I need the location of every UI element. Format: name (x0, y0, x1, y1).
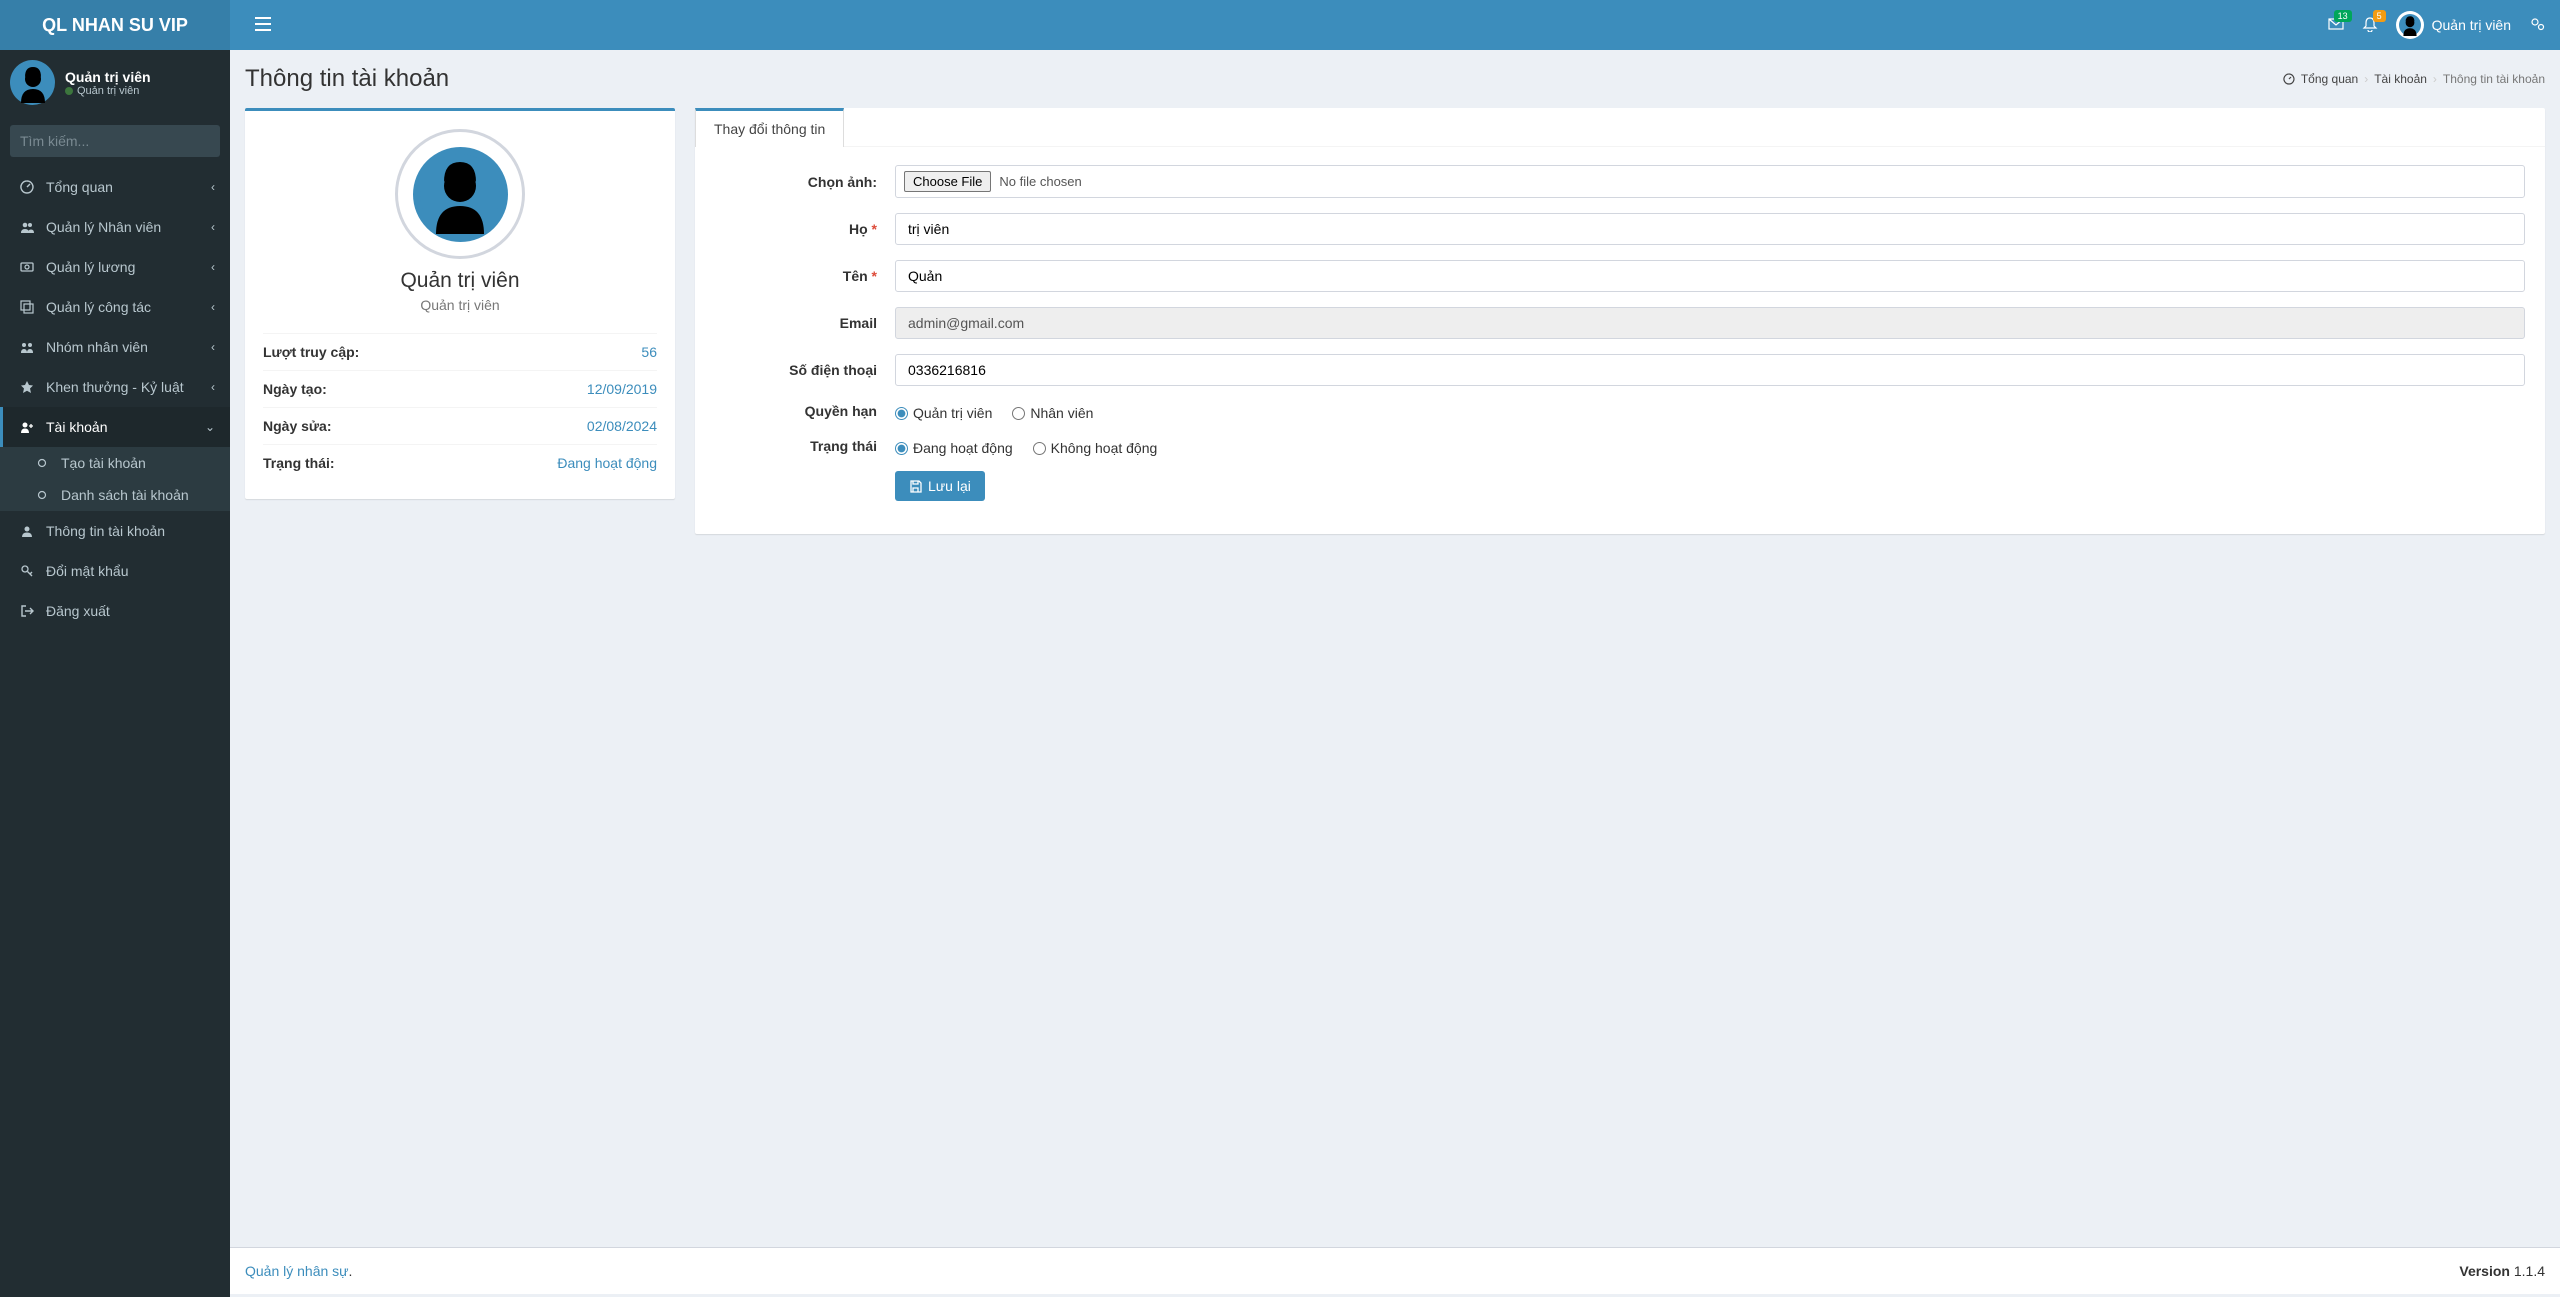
users-icon (18, 220, 36, 234)
chevron-left-icon: ‹ (211, 260, 215, 274)
sidebar-item-profile[interactable]: Thông tin tài khoản (0, 511, 230, 551)
brand-logo[interactable]: QL NHAN SU VIP (0, 0, 230, 50)
label-firstname: Tên * (715, 268, 895, 284)
file-input[interactable]: Choose File No file chosen (895, 165, 2525, 198)
user-avatar-icon (2396, 11, 2424, 39)
chevron-left-icon: ‹ (211, 340, 215, 354)
form-box: Thay đổi thông tin Chọn ảnh: Choose File… (695, 108, 2545, 534)
user-panel-avatar (10, 60, 55, 105)
profile-row: Lượt truy cập:56 (263, 333, 657, 370)
status-radio-inactive[interactable]: Không hoạt động (1033, 440, 1158, 456)
star-icon (18, 380, 36, 394)
sidebar-item-logout[interactable]: Đăng xuất (0, 591, 230, 631)
messages-badge: 13 (2334, 10, 2352, 22)
sidebar-menu: Tổng quan‹ Quản lý Nhân viên‹ Quản lý lư… (0, 167, 230, 631)
status-radio-active[interactable]: Đang hoạt động (895, 440, 1013, 456)
breadcrumb-mid[interactable]: Tài khoản (2374, 72, 2427, 86)
user-status: Quản trị viên (65, 85, 151, 97)
page-title: Thông tin tài khoản (245, 65, 449, 93)
label-email: Email (715, 315, 895, 331)
sidebar-item-business[interactable]: Quản lý công tác‹ (0, 287, 230, 327)
sidebar-item-reward[interactable]: Khen thưởng - Kỷ luật‹ (0, 367, 230, 407)
label-lastname: Họ * (715, 221, 895, 237)
user-menu-name: Quản trị viên (2432, 17, 2511, 33)
profile-name: Quản trị viên (400, 269, 519, 293)
online-dot-icon (65, 87, 73, 95)
profile-box: Quản trị viên Quản trị viên Lượt truy cậ… (245, 108, 675, 499)
sidebar-item-groups[interactable]: Nhóm nhân viên‹ (0, 327, 230, 367)
profile-avatar (413, 147, 508, 242)
sidebar-item-dashboard[interactable]: Tổng quan‹ (0, 167, 230, 207)
email-input (895, 307, 2525, 339)
role-radio-admin[interactable]: Quản trị viên (895, 405, 992, 421)
label-choose-image: Chọn ảnh: (715, 174, 895, 190)
submenu-list-account[interactable]: Danh sách tài khoản (0, 479, 230, 511)
sidebar-item-account[interactable]: Tài khoản⌄ (0, 407, 230, 447)
breadcrumb-home[interactable]: Tổng quan (2301, 72, 2358, 86)
user-plus-icon (18, 420, 36, 434)
key-icon (18, 564, 36, 578)
chevron-left-icon: ‹ (211, 180, 215, 194)
lastname-input[interactable] (895, 213, 2525, 245)
sidebar-item-password[interactable]: Đổi mật khẩu (0, 551, 230, 591)
footer: Quản lý nhân sự. Version 1.1.4 (230, 1247, 2560, 1294)
sidebar-toggle[interactable] (245, 5, 281, 46)
label-status: Trạng thái (715, 438, 895, 454)
navbar: 13 5 Quản trị viên (230, 0, 2560, 50)
chevron-left-icon: ‹ (211, 300, 215, 314)
tab-edit-info[interactable]: Thay đổi thông tin (695, 108, 844, 147)
chevron-left-icon: ‹ (211, 380, 215, 394)
user-panel-name: Quản trị viên (65, 69, 151, 85)
chevron-down-icon: ⌄ (205, 420, 215, 434)
signout-icon (18, 604, 36, 618)
footer-version-label: Version (2459, 1263, 2510, 1279)
dashboard-icon (2283, 73, 2295, 85)
top-header: QL NHAN SU VIP 13 5 Quản trị viên (0, 0, 2560, 50)
label-role: Quyền hạn (715, 403, 895, 419)
profile-info-list: Lượt truy cập:56 Ngày tạo:12/09/2019 Ngà… (263, 333, 657, 481)
circle-icon (33, 458, 51, 468)
submenu-create-account[interactable]: Tạo tài khoản (0, 447, 230, 479)
file-status-text: No file chosen (999, 174, 1081, 189)
sidebar-item-salary[interactable]: Quản lý lương‹ (0, 247, 230, 287)
profile-role: Quản trị viên (420, 297, 499, 313)
breadcrumb-current: Thông tin tài khoản (2443, 72, 2545, 86)
money-icon (18, 260, 36, 274)
messages-menu[interactable]: 13 (2328, 16, 2344, 35)
save-icon (909, 480, 922, 493)
breadcrumb: Tổng quan › Tài khoản › Thông tin tài kh… (2283, 72, 2545, 86)
user-panel: Quản trị viên Quản trị viên (0, 50, 230, 115)
cogs-icon (2529, 16, 2545, 32)
sidebar: Quản trị viên Quản trị viên Tổng quan‹ Q… (0, 50, 230, 1297)
footer-link[interactable]: Quản lý nhân sự (245, 1263, 349, 1279)
user-menu[interactable]: Quản trị viên (2396, 11, 2511, 39)
notifications-badge: 5 (2373, 10, 2386, 22)
tabs: Thay đổi thông tin (695, 108, 2545, 147)
search-button[interactable] (211, 125, 220, 157)
content-header: Thông tin tài khoản Tổng quan › Tài khoả… (230, 50, 2560, 108)
phone-input[interactable] (895, 354, 2525, 386)
group-icon (18, 340, 36, 354)
sidebar-item-employees[interactable]: Quản lý Nhân viên‹ (0, 207, 230, 247)
profile-row: Ngày sửa:02/08/2024 (263, 407, 657, 444)
role-radio-staff[interactable]: Nhân viên (1012, 405, 1093, 421)
label-phone: Số điện thoại (715, 362, 895, 378)
chevron-left-icon: ‹ (211, 220, 215, 234)
circle-icon (33, 490, 51, 500)
user-icon (18, 524, 36, 538)
profile-row: Ngày tạo:12/09/2019 (263, 370, 657, 407)
profile-avatar-ring (395, 129, 525, 259)
settings-menu[interactable] (2529, 16, 2545, 35)
content-wrapper: Thông tin tài khoản Tổng quan › Tài khoả… (230, 50, 2560, 1247)
dashboard-icon (18, 180, 36, 194)
notifications-menu[interactable]: 5 (2362, 16, 2378, 35)
firstname-input[interactable] (895, 260, 2525, 292)
search-input[interactable] (10, 125, 211, 157)
profile-row: Trạng thái:Đang hoạt động (263, 444, 657, 481)
clone-icon (18, 300, 36, 314)
sidebar-search (0, 115, 230, 167)
save-button[interactable]: Lưu lại (895, 471, 985, 501)
choose-file-button[interactable]: Choose File (904, 171, 991, 192)
